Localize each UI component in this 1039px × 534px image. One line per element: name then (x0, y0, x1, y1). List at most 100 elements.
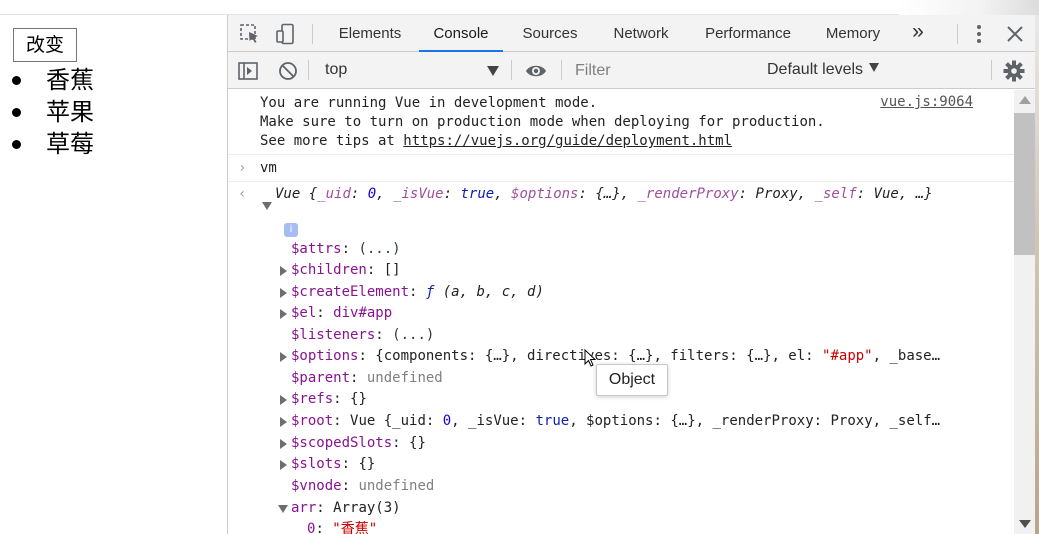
fruit-label: 香蕉 (46, 66, 94, 94)
scroll-down-arrow-icon[interactable] (1019, 520, 1031, 528)
message-divider (228, 154, 1014, 155)
info-icon[interactable]: i (284, 223, 298, 237)
property-row[interactable]: $root: Vue {_uid: 0, _isVue: true, $opti… (291, 412, 940, 431)
tab-network[interactable]: Network (599, 15, 683, 52)
property-key: arr (291, 500, 317, 516)
property-row: $vnode: undefined (291, 478, 435, 494)
console-toolbar: top Default levels (228, 52, 1036, 89)
tab-performance[interactable]: Performance (691, 15, 805, 52)
expand-toggle-icon[interactable] (262, 202, 272, 210)
live-expression-eye-icon[interactable] (525, 60, 547, 82)
summary-value: 0 (367, 186, 377, 202)
property-row: $listeners: (...) (291, 327, 435, 343)
summary-value: Vue (873, 186, 899, 202)
summary-key: _renderProxy (637, 186, 739, 202)
property-row[interactable]: $el: div#app (291, 304, 392, 323)
more-tabs-button[interactable]: » (904, 15, 932, 52)
change-button[interactable]: 改变 (13, 28, 77, 62)
property-value: Vue {_uid: (350, 413, 443, 429)
fruit-label: 苹果 (46, 98, 94, 126)
summary-value: true (460, 186, 495, 202)
property-value: {} (358, 456, 376, 472)
console-settings-gear-icon[interactable] (1003, 60, 1025, 82)
log-levels-label: Default levels (767, 61, 864, 78)
toolbar-divider (312, 24, 313, 44)
log-line: See more tips at https://vuejs.org/guide… (260, 132, 732, 151)
property-key: $scopedSlots (291, 435, 393, 451)
tab-memory[interactable]: Memory (815, 15, 891, 52)
deployment-guide-link[interactable]: https://vuejs.org/guide/deployment.html (403, 133, 732, 149)
fruit-list: 香蕉 苹果 草莓 (0, 64, 94, 160)
expand-toggle-icon[interactable] (278, 505, 288, 513)
property-value: div#app (333, 305, 393, 321)
property-value[interactable]: (...) (392, 327, 434, 343)
tab-elements[interactable]: Elements (325, 15, 415, 52)
expand-toggle-icon[interactable] (280, 439, 287, 449)
property-row: $parent: undefined (291, 370, 443, 386)
property-value: {} (409, 435, 426, 451)
console-output: You are running Vue in development mode.… (228, 90, 1014, 534)
scrollbar-thumb[interactable] (1014, 113, 1036, 255)
toolbar-divider (308, 60, 309, 80)
log-levels-dropdown[interactable]: Default levels (767, 58, 880, 82)
expand-toggle-icon[interactable] (280, 460, 287, 470)
property-row[interactable]: $scopedSlots: {} (291, 434, 426, 453)
bullet-icon (12, 140, 21, 149)
window-edge-decoration (899, 0, 1039, 15)
toolbar-divider (991, 60, 992, 80)
show-sidebar-icon[interactable] (237, 60, 259, 82)
property-row[interactable]: $refs: {} (291, 390, 367, 409)
property-row[interactable]: arr: Array(3) (291, 499, 401, 518)
property-value: true (535, 413, 570, 429)
fruit-label: 草莓 (46, 130, 94, 158)
window-edge (1035, 15, 1039, 534)
expand-toggle-icon[interactable] (280, 395, 287, 405)
property-value: , _base… (872, 348, 941, 364)
object-summary[interactable]: Vue {_uid: 0, _isVue: true, $options: {…… (275, 185, 933, 204)
clear-console-icon[interactable] (277, 60, 299, 82)
close-icon[interactable] (1004, 23, 1026, 45)
property-value[interactable]: (...) (358, 241, 400, 257)
devtools-tabbar: Elements Console Sources Network Perform… (228, 15, 1036, 52)
device-toolbar-icon[interactable] (275, 23, 297, 45)
console-scrollbar[interactable] (1014, 90, 1036, 534)
summary-key: _self (814, 186, 857, 202)
summary-text: , …} (898, 186, 933, 202)
expand-toggle-icon[interactable] (280, 352, 287, 362)
scroll-up-arrow-icon[interactable] (1019, 96, 1031, 104)
array-item-row: 0: "香蕉" (307, 520, 377, 534)
property-key: $options (291, 348, 359, 364)
filter-input[interactable] (575, 59, 755, 83)
log-line: You are running Vue in development mode. (260, 95, 598, 111)
source-location-link[interactable]: vue.js:9064 (880, 94, 973, 110)
expand-toggle-icon[interactable] (280, 266, 287, 276)
context-selector[interactable]: top (317, 58, 503, 82)
expand-toggle-icon[interactable] (280, 309, 287, 319)
toolbar-divider (511, 60, 512, 80)
chevron-down-icon (869, 63, 880, 72)
property-key: $createElement (291, 284, 410, 300)
property-key: $listeners (291, 327, 376, 343)
property-key: $vnode (291, 478, 342, 494)
mouse-cursor-icon (584, 349, 596, 367)
summary-value: Proxy (755, 186, 798, 202)
property-row[interactable]: $slots: {} (291, 455, 375, 474)
property-row[interactable]: $children: [] (291, 261, 401, 280)
console-input-echo: vm (260, 160, 277, 176)
expand-toggle-icon[interactable] (280, 417, 287, 427)
property-key: $slots (291, 456, 342, 472)
class-name: Vue (275, 186, 301, 202)
tab-sources[interactable]: Sources (511, 15, 589, 52)
inspect-element-icon[interactable] (239, 23, 261, 45)
expand-toggle-icon[interactable] (280, 288, 287, 298)
kebab-menu-icon[interactable] (968, 23, 990, 45)
property-value: undefined (358, 478, 435, 494)
log-text: See more tips at (260, 133, 404, 149)
property-key: $el (291, 305, 317, 321)
tab-console[interactable]: Console (419, 15, 503, 52)
list-item: 草莓 (0, 128, 94, 160)
property-key: $attrs (291, 241, 342, 257)
property-row[interactable]: $createElement: ƒ (a, b, c, d) (291, 283, 544, 302)
log-line: Make sure to turn on production mode whe… (260, 114, 825, 130)
property-key: $parent (291, 370, 351, 386)
